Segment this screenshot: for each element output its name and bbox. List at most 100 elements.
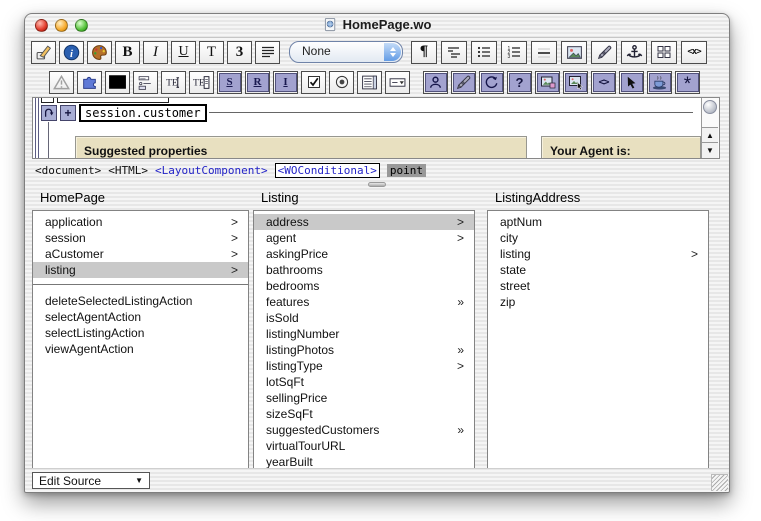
- list-item[interactable]: selectListingAction: [33, 325, 248, 341]
- browser-column: application>session>aCustomer>listing> de…: [32, 210, 249, 469]
- list-item[interactable]: session>: [33, 230, 248, 246]
- wo-action-button[interactable]: [619, 71, 644, 94]
- wo-hyperlink-button[interactable]: [451, 71, 476, 94]
- list-item[interactable]: agent>: [254, 230, 474, 246]
- title-bar[interactable]: HomePage.wo: [25, 14, 729, 38]
- hyperlink-button[interactable]: [591, 41, 617, 64]
- list-item[interactable]: suggestedCustomers»: [254, 422, 474, 438]
- wo-image-button[interactable]: [535, 71, 560, 94]
- radio-button-button[interactable]: [329, 71, 354, 94]
- bulleted-list-button[interactable]: [471, 41, 497, 64]
- warning-button[interactable]: [49, 71, 74, 94]
- list-item[interactable]: askingPrice: [254, 246, 474, 262]
- component-layout-editor[interactable]: + session.customer Suggested properties …: [32, 97, 720, 159]
- list-item[interactable]: street: [488, 278, 708, 294]
- list-item[interactable]: zip: [488, 294, 708, 310]
- scroll-up-button[interactable]: ▲: [702, 127, 718, 143]
- text-button[interactable]: T: [199, 41, 224, 64]
- paragraph-style-popup[interactable]: None: [289, 41, 403, 63]
- wo-string-button[interactable]: [423, 71, 448, 94]
- wo-java-button[interactable]: [647, 71, 672, 94]
- list-item[interactable]: selectAgentAction: [33, 309, 248, 325]
- wo-custom-button[interactable]: *: [675, 71, 700, 94]
- resize-grip[interactable]: [711, 474, 728, 491]
- inspector-button[interactable]: [31, 41, 56, 64]
- table-cell-suggested-properties[interactable]: Suggested properties: [75, 136, 527, 159]
- list-item[interactable]: virtualTourURL: [254, 438, 474, 454]
- path-item[interactable]: <document>: [35, 164, 101, 177]
- reset-button-button[interactable]: R: [245, 71, 270, 94]
- list-item[interactable]: state: [488, 262, 708, 278]
- close-button[interactable]: [35, 19, 48, 32]
- list-item[interactable]: city: [488, 230, 708, 246]
- italic-button[interactable]: I: [143, 41, 168, 64]
- path-item[interactable]: <LayoutComponent>: [155, 164, 268, 177]
- item-label: listingPhotos: [266, 343, 334, 357]
- image-button[interactable]: [561, 41, 587, 64]
- form-button[interactable]: [133, 71, 158, 94]
- wo-active-image-button[interactable]: [563, 71, 588, 94]
- condition-binding-box[interactable]: session.customer: [79, 104, 207, 122]
- wo-conditional-button[interactable]: ?: [507, 71, 532, 94]
- input-button-button[interactable]: I: [273, 71, 298, 94]
- list-item[interactable]: deleteSelectedListingAction: [33, 293, 248, 309]
- text-area-button[interactable]: TE: [189, 71, 214, 94]
- conditional-element-icon[interactable]: [41, 105, 57, 121]
- numbered-list-button[interactable]: 123: [501, 41, 527, 64]
- list-item[interactable]: listing>: [33, 262, 248, 278]
- path-item[interactable]: <HTML>: [108, 164, 148, 177]
- checkbox-button[interactable]: [301, 71, 326, 94]
- colors-button[interactable]: [87, 41, 112, 64]
- underline-button[interactable]: U: [171, 41, 196, 64]
- add-binding-button[interactable]: +: [60, 105, 76, 121]
- zoom-button[interactable]: [75, 19, 88, 32]
- list-item[interactable]: listing>: [488, 246, 708, 262]
- definition-list-button[interactable]: [441, 41, 467, 64]
- wo-repetition-button[interactable]: [479, 71, 504, 94]
- scroll-down-button[interactable]: ▼: [702, 142, 718, 158]
- editor-vertical-scrollbar[interactable]: ▲ ▼: [701, 98, 719, 158]
- path-item[interactable]: <WOConditional>: [275, 163, 380, 178]
- minimize-button[interactable]: [55, 19, 68, 32]
- browser-list-button[interactable]: [357, 71, 382, 94]
- list-item[interactable]: listingType>: [254, 358, 474, 374]
- heading-button[interactable]: 3: [227, 41, 252, 64]
- alignment-button[interactable]: [255, 41, 280, 64]
- item-label: listingType: [266, 359, 323, 373]
- list-item[interactable]: yearBuilt: [254, 454, 474, 469]
- list-item[interactable]: viewAgentAction: [33, 341, 248, 357]
- wo-generic-button[interactable]: <>: [591, 71, 616, 94]
- list-item[interactable]: address>: [254, 214, 474, 230]
- list-item[interactable]: listingNumber: [254, 326, 474, 342]
- list-item[interactable]: listingPhotos»: [254, 342, 474, 358]
- paragraph-button[interactable]: ¶: [411, 41, 437, 64]
- list-item[interactable]: lotSqFt: [254, 374, 474, 390]
- text-field-button[interactable]: TE: [161, 71, 186, 94]
- list-item[interactable]: application>: [33, 214, 248, 230]
- list-item[interactable]: aptNum: [488, 214, 708, 230]
- list-item[interactable]: bedrooms: [254, 278, 474, 294]
- path-item[interactable]: point: [387, 164, 426, 177]
- frames-button[interactable]: [651, 41, 677, 64]
- horizontal-rule-button[interactable]: [531, 41, 557, 64]
- swatch-button[interactable]: [105, 71, 130, 94]
- list-item[interactable]: bathrooms: [254, 262, 474, 278]
- submit-button-button[interactable]: S: [217, 71, 242, 94]
- scrollbar-thumb[interactable]: [703, 100, 717, 114]
- anchor-button[interactable]: [621, 41, 647, 64]
- pane-splitter[interactable]: [25, 181, 729, 188]
- image-cursor-icon: [565, 73, 587, 92]
- list-item[interactable]: sellingPrice: [254, 390, 474, 406]
- list-item[interactable]: isSold: [254, 310, 474, 326]
- component-button[interactable]: [77, 71, 102, 94]
- list-item[interactable]: aCustomer>: [33, 246, 248, 262]
- edit-source-popup[interactable]: Edit Source ▼: [32, 472, 150, 489]
- custom-tag-button[interactable]: <x>: [681, 41, 707, 64]
- table-cell-your-agent[interactable]: Your Agent is:: [541, 136, 701, 159]
- bottom-bar: Edit Source ▼: [25, 468, 729, 492]
- bold-button[interactable]: B: [115, 41, 140, 64]
- list-item[interactable]: sizeSqFt: [254, 406, 474, 422]
- popup-menu-button[interactable]: [385, 71, 410, 94]
- info-button[interactable]: i: [59, 41, 84, 64]
- list-item[interactable]: features»: [254, 294, 474, 310]
